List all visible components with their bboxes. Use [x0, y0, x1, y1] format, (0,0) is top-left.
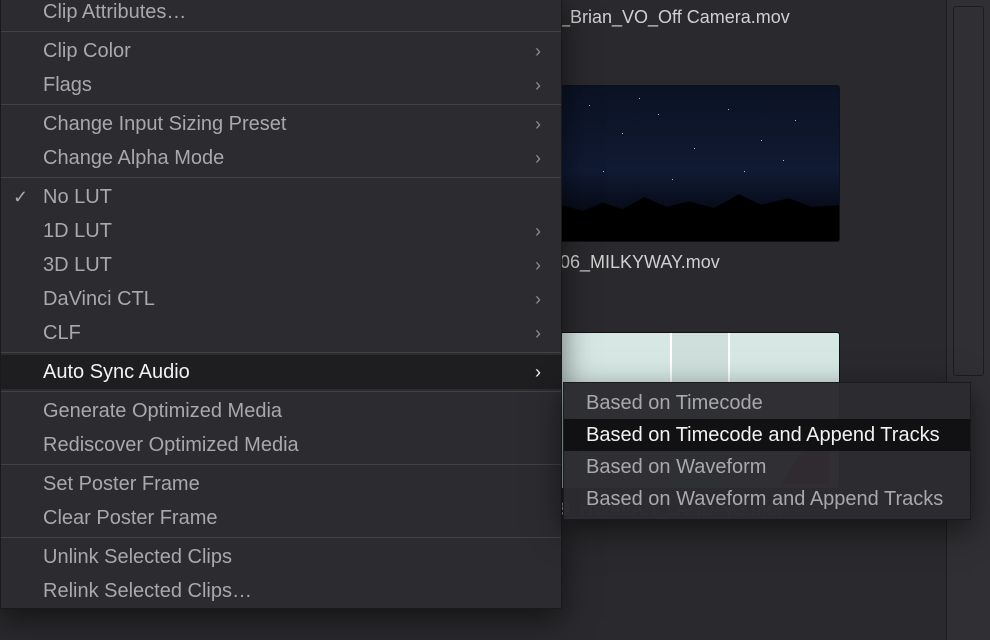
submenu-auto-sync-audio: Based on Timecode Based on Timecode and …	[563, 382, 971, 520]
menu-unlink-clips[interactable]: Unlink Selected Clips	[1, 540, 561, 574]
thumbnail-image	[560, 85, 840, 242]
menu-relink-clips[interactable]: Relink Selected Clips…	[1, 574, 561, 608]
chevron-right-icon: ›	[535, 76, 541, 94]
clip-caption: 06_MILKYWAY.mov	[560, 252, 840, 273]
menu-set-poster-frame[interactable]: Set Poster Frame	[1, 467, 561, 501]
menu-change-input-sizing[interactable]: Change Input Sizing Preset›	[1, 107, 561, 141]
menu-auto-sync-audio[interactable]: Auto Sync Audio›	[1, 355, 561, 389]
submenu-based-timecode-append[interactable]: Based on Timecode and Append Tracks	[564, 419, 970, 451]
chevron-right-icon: ›	[535, 42, 541, 60]
menu-no-lut[interactable]: ✓No LUT	[1, 180, 561, 214]
menu-rediscover-optimized[interactable]: Rediscover Optimized Media	[1, 428, 561, 462]
menu-generate-optimized[interactable]: Generate Optimized Media	[1, 394, 561, 428]
menu-clip-attributes[interactable]: Clip Attributes…	[1, 0, 561, 29]
submenu-based-timecode[interactable]: Based on Timecode	[564, 387, 970, 419]
menu-3d-lut[interactable]: 3D LUT›	[1, 248, 561, 282]
menu-clear-poster-frame[interactable]: Clear Poster Frame	[1, 501, 561, 535]
menu-separator	[1, 31, 561, 32]
chevron-right-icon: ›	[535, 149, 541, 167]
chevron-right-icon: ›	[535, 290, 541, 308]
check-icon: ✓	[13, 188, 28, 206]
menu-separator	[1, 391, 561, 392]
clip-thumbnail[interactable]: _Brian_VO_Off Camera.mov	[560, 0, 840, 28]
menu-separator	[1, 464, 561, 465]
menu-clf[interactable]: CLF›	[1, 316, 561, 350]
menu-flags[interactable]: Flags›	[1, 68, 561, 102]
chevron-right-icon: ›	[535, 222, 541, 240]
chevron-right-icon: ›	[535, 324, 541, 342]
submenu-based-waveform[interactable]: Based on Waveform	[564, 451, 970, 483]
chevron-right-icon: ›	[535, 256, 541, 274]
menu-1d-lut[interactable]: 1D LUT›	[1, 214, 561, 248]
menu-separator	[1, 352, 561, 353]
menu-davinci-ctl[interactable]: DaVinci CTL›	[1, 282, 561, 316]
context-menu: Clip Attributes… Clip Color› Flags› Chan…	[0, 0, 562, 609]
chevron-right-icon: ›	[535, 115, 541, 133]
right-rail	[946, 0, 990, 640]
menu-change-alpha-mode[interactable]: Change Alpha Mode›	[1, 141, 561, 175]
menu-separator	[1, 104, 561, 105]
clip-caption: _Brian_VO_Off Camera.mov	[560, 7, 840, 28]
clip-thumbnail[interactable]: 06_MILKYWAY.mov	[560, 85, 840, 273]
menu-separator	[1, 537, 561, 538]
menu-separator	[1, 177, 561, 178]
chevron-right-icon: ›	[535, 363, 541, 381]
menu-clip-color[interactable]: Clip Color›	[1, 34, 561, 68]
submenu-based-waveform-append[interactable]: Based on Waveform and Append Tracks	[564, 483, 970, 515]
